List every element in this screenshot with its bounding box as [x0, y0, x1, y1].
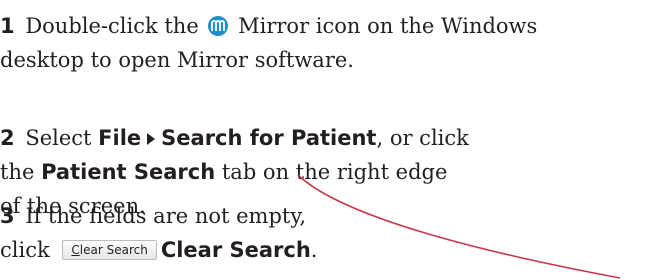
step-3-line-1: 3 If the fields are not empty, [0, 199, 664, 233]
step-text: Double-click the [25, 14, 199, 38]
step-3: 3 If the fields are not empty, click Cle… [0, 199, 664, 267]
step-text: , or click [376, 126, 469, 150]
menu-arrow-icon [147, 133, 156, 145]
clear-search-button[interactable]: Clear Search [62, 240, 157, 260]
menu-file: File [98, 126, 142, 150]
step-text: . [310, 238, 318, 262]
step-text: If the fields are not empty, [25, 204, 307, 228]
step-1-line-1: 1 Double-click the Mirror icon on the Wi… [0, 9, 664, 43]
step-2-line-1: 2 Select File Search for Patient, or clic… [0, 121, 664, 155]
step-2-line-2: the Patient Search tab on the right edge [0, 155, 664, 189]
clear-search-button-label: lear Search [79, 243, 148, 257]
step-text: click [0, 238, 50, 262]
step-text: Mirror icon on the Windows [238, 14, 538, 38]
clear-search-label: Clear Search [160, 238, 311, 262]
step-3-line-2: click Clear Search Clear Search. [0, 233, 664, 267]
patient-search-tab-label: Patient Search [41, 160, 216, 184]
step-text: tab on the right edge [221, 160, 448, 184]
step-number: 3 [0, 204, 15, 228]
mirror-app-icon [208, 16, 229, 36]
step-number: 2 [0, 126, 15, 150]
step-1-line-2: desktop to open Mirror software. [0, 48, 354, 72]
menu-search-for-patient: Search for Patient [161, 126, 377, 150]
step-1: 1 Double-click the Mirror icon on the Wi… [0, 9, 664, 77]
step-text: Select [25, 126, 92, 150]
step-number: 1 [0, 14, 15, 38]
step-text: the [0, 160, 35, 184]
